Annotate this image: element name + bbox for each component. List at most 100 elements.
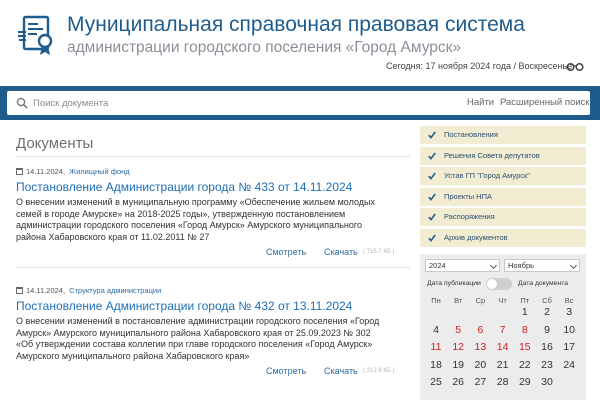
calendar-day[interactable]: 19	[448, 359, 468, 371]
document-actions: Смотреть Скачать ( 312.6 КБ )	[16, 366, 410, 380]
sidebar-item-resheniya[interactable]: Решения Совета депутатов	[420, 146, 586, 165]
glasses-icon[interactable]	[566, 60, 584, 72]
check-icon	[428, 192, 436, 201]
calendar-day[interactable]: 9	[537, 324, 557, 336]
current-date: Сегодня: 17 ноября 2024 года / Воскресен…	[386, 61, 573, 71]
calendar-day[interactable]: 15	[515, 341, 535, 353]
calendar-day[interactable]: 25	[426, 376, 446, 388]
document-seal-icon[interactable]	[16, 14, 58, 56]
document-title-link[interactable]: Постановление Администрации города № 432…	[16, 299, 410, 314]
sidebar-item-label: Архив документов	[444, 232, 508, 242]
weekday-label: Пн	[431, 296, 441, 305]
calendar-day[interactable]: 12	[448, 341, 468, 353]
month-value: Ноябрь	[508, 261, 535, 270]
year-select[interactable]: 2024	[425, 259, 500, 272]
sidebar-item-label: Устав ГП "Город Амурск"	[444, 171, 530, 180]
calendar-day[interactable]: 17	[559, 341, 579, 353]
view-link[interactable]: Смотреть	[266, 366, 306, 376]
documents-section: Документы 14.11.2024, Жилищный фонд Пост…	[10, 126, 410, 400]
description-line: «Об утверждении состава коллегии при гла…	[16, 339, 373, 350]
calendar-day[interactable]: 4	[426, 324, 446, 336]
month-select[interactable]: Ноябрь	[504, 259, 580, 272]
calendar-day[interactable]: 24	[559, 359, 579, 371]
calendar-day[interactable]: 11	[426, 341, 446, 353]
advanced-search-link[interactable]: Расширенный поиск	[500, 97, 589, 108]
document-date: 14.11.2024,	[26, 167, 66, 176]
search-input[interactable]	[33, 94, 333, 112]
calendar-day[interactable]: 28	[493, 376, 513, 388]
calendar-widget: 2024 Ноябрь Дата публикации Дата докумен…	[420, 254, 586, 400]
sidebar-item-proekty[interactable]: Проекты НПА	[420, 187, 586, 206]
document-actions: Смотреть Скачать ( 715.7 КБ )	[16, 247, 410, 261]
search-icon	[16, 97, 28, 109]
calendar-day[interactable]: 14	[493, 341, 513, 353]
calendar-day[interactable]: 16	[537, 341, 557, 353]
site-header: Муниципальная справочная правовая систем…	[0, 0, 600, 86]
description-line: О внесении изменений в муниципальную про…	[16, 197, 375, 207]
calendar-day[interactable]: 18	[426, 359, 446, 371]
weekday-label: Ср	[475, 296, 486, 305]
sidebar-item-rasporyazheniya[interactable]: Распоряжения	[420, 208, 586, 226]
check-icon	[428, 151, 436, 160]
document-category-link[interactable]: Жилищный фонд	[69, 167, 130, 176]
calendar-day[interactable]: 30	[537, 376, 557, 388]
calendar-day[interactable]: 22	[515, 359, 535, 371]
toggle-label-document: Дата документа	[518, 280, 569, 287]
weekday-label: Сб	[542, 296, 552, 305]
document-item: 14.11.2024, Жилищный фонд Постановление …	[16, 166, 410, 269]
calendar-day[interactable]: 6	[470, 324, 490, 336]
search-button[interactable]: Найти	[467, 97, 494, 108]
check-icon	[428, 233, 436, 242]
sidebar-item-label: Решения Совета депутатов	[444, 150, 540, 160]
description-line: Амурского муниципального района Хабаровс…	[16, 350, 250, 361]
description-line: района Хабаровского края от 11.02.2011 №…	[16, 231, 210, 242]
sidebar-item-postanovleniya[interactable]: Постановления	[420, 126, 586, 144]
calendar-day[interactable]: 2	[537, 306, 557, 318]
document-category-link[interactable]: Структура администрации	[69, 286, 161, 295]
calendar-day[interactable]: 3	[559, 306, 579, 318]
section-title: Документы	[16, 135, 94, 152]
chevron-down-icon	[489, 261, 498, 270]
check-icon	[428, 213, 436, 221]
calendar-day[interactable]: 13	[470, 341, 490, 353]
description-line: Амурск» Амурского муниципального района …	[16, 327, 371, 338]
sidebar-item-label: Постановления	[444, 130, 498, 139]
calendar-day[interactable]: 26	[448, 376, 468, 388]
calendar-day[interactable]: 20	[470, 359, 490, 371]
site-title: Муниципальная справочная правовая систем…	[67, 13, 525, 36]
sidebar-item-arhiv[interactable]: Архив документов	[420, 228, 586, 247]
calendar-day[interactable]: 8	[515, 324, 535, 336]
document-date: 14.11.2024,	[26, 286, 66, 295]
weekday-label: Чт	[498, 296, 507, 305]
document-title-link[interactable]: Постановление Администрации города № 433…	[16, 180, 410, 195]
calendar-day[interactable]: 5	[448, 324, 468, 336]
search-bar: Найти Расширенный поиск	[0, 86, 600, 120]
sidebar: Постановления Решения Совета депутатов У…	[420, 126, 586, 400]
calendar-day[interactable]: 21	[493, 359, 513, 371]
sidebar-item-ustav[interactable]: Устав ГП "Город Амурск"	[420, 167, 586, 185]
search-box: Найти Расширенный поиск	[7, 91, 590, 115]
calendar-icon	[16, 287, 23, 294]
sidebar-item-label: Проекты НПА	[444, 191, 492, 201]
view-link[interactable]: Смотреть	[266, 247, 306, 257]
sidebar-item-label: Распоряжения	[444, 212, 495, 221]
divider	[16, 156, 410, 157]
calendar-day[interactable]: 23	[537, 359, 557, 371]
toggle-knob	[487, 279, 497, 289]
chevron-down-icon	[569, 261, 578, 270]
calendar-icon	[16, 168, 23, 175]
download-link[interactable]: Скачать	[324, 247, 358, 257]
weekday-label: Вс	[564, 296, 574, 305]
date-type-toggle[interactable]	[486, 278, 512, 290]
description-line: администрации городского поселения «Горо…	[16, 220, 362, 231]
weekday-label: Вт	[454, 296, 463, 305]
file-size: ( 715.7 КБ )	[363, 249, 395, 256]
year-value: 2024	[429, 261, 446, 270]
check-icon	[428, 131, 436, 139]
calendar-day[interactable]: 7	[493, 324, 513, 336]
calendar-day[interactable]: 27	[470, 376, 490, 388]
calendar-day[interactable]: 29	[515, 376, 535, 388]
calendar-day[interactable]: 10	[559, 324, 579, 336]
calendar-day[interactable]: 1	[515, 306, 535, 318]
download-link[interactable]: Скачать	[324, 366, 358, 376]
